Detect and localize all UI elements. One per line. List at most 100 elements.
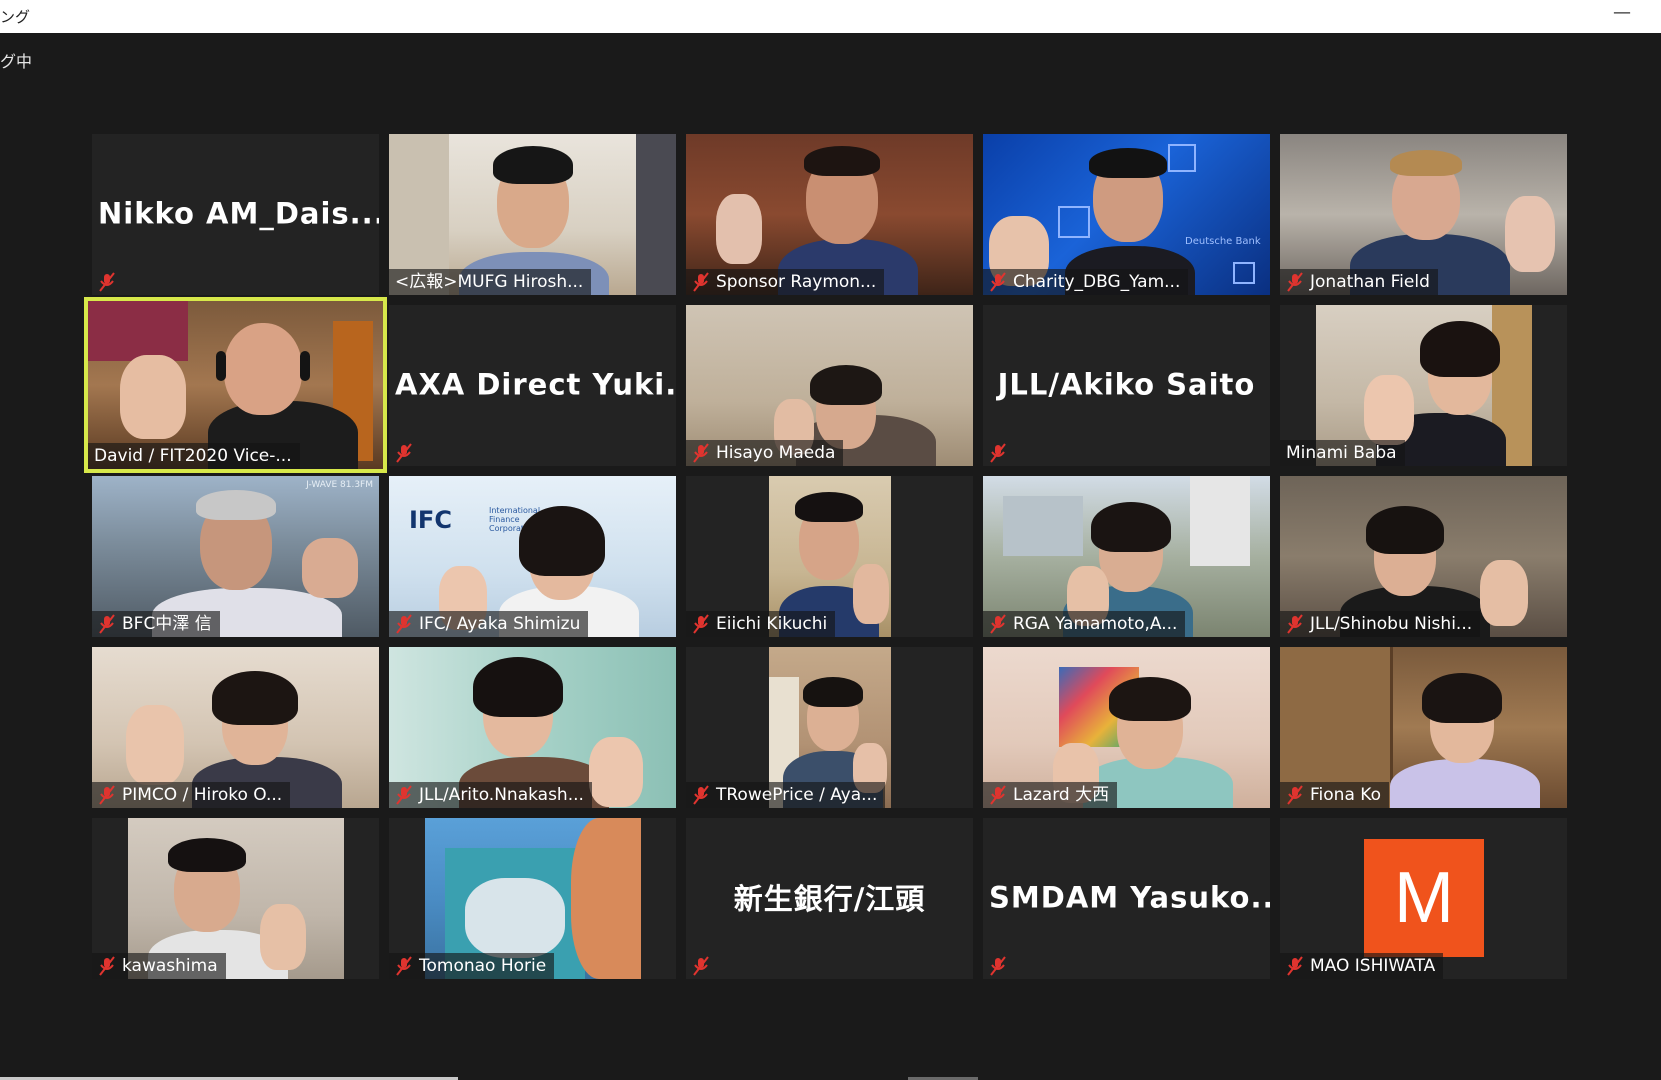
muted-mic-icon bbox=[99, 614, 115, 634]
participant-tile[interactable]: SMDAM Yasuko... bbox=[983, 818, 1270, 979]
participant-name: <広報>MUFG Hirosh... bbox=[395, 272, 584, 292]
muted-mic-icon bbox=[990, 614, 1006, 634]
participant-name: Tomonao Horie bbox=[419, 956, 547, 976]
participant-tile[interactable]: Jonathan Field bbox=[1280, 134, 1567, 295]
participant-label bbox=[92, 269, 130, 295]
participant-label: Hisayo Maeda bbox=[686, 440, 844, 466]
participant-name: JLL/Arito.Nnakash... bbox=[419, 785, 584, 805]
participant-label: <広報>MUFG Hirosh... bbox=[389, 269, 592, 295]
participant-name: David / FIT2020 Vice-... bbox=[94, 446, 292, 466]
participant-name: Eiichi Kikuchi bbox=[716, 614, 828, 634]
participant-name-display: SMDAM Yasuko... bbox=[989, 879, 1270, 914]
participant-name: JLL/Shinobu Nishi... bbox=[1310, 614, 1473, 634]
participant-tile[interactable]: IFC International Finance Corporation IF… bbox=[389, 476, 676, 637]
participant-tile[interactable]: TRowePrice / Aya... bbox=[686, 647, 973, 808]
participant-name-display: 新生銀行/江頭 bbox=[733, 881, 926, 916]
participant-tile[interactable]: JLL/Arito.Nnakash... bbox=[389, 647, 676, 808]
participant-name: Minami Baba bbox=[1286, 443, 1397, 463]
muted-mic-icon bbox=[1287, 785, 1303, 805]
participant-label: Fiona Ko bbox=[1280, 782, 1389, 808]
participant-tile[interactable]: Fiona Ko bbox=[1280, 647, 1567, 808]
participant-label: kawashima bbox=[92, 953, 226, 979]
participant-tile[interactable]: Hisayo Maeda bbox=[686, 305, 973, 466]
participant-name: Jonathan Field bbox=[1310, 272, 1430, 292]
participant-name-display: JLL/Akiko Saito bbox=[997, 366, 1256, 401]
muted-mic-icon bbox=[990, 956, 1006, 976]
muted-mic-icon bbox=[99, 785, 115, 805]
participant-label: JLL/Arito.Nnakash... bbox=[389, 782, 592, 808]
participant-name: Lazard 大西 bbox=[1013, 785, 1110, 805]
participant-name-display: Nikko AM_Dais... bbox=[98, 195, 379, 230]
participant-label: Eiichi Kikuchi bbox=[686, 611, 836, 637]
participant-label bbox=[389, 440, 427, 466]
muted-mic-icon bbox=[396, 785, 412, 805]
participant-tile[interactable]: M MAO ISHIWATA bbox=[1280, 818, 1567, 979]
muted-mic-icon bbox=[396, 614, 412, 634]
muted-mic-icon bbox=[990, 785, 1006, 805]
participant-tile[interactable]: Nikko AM_Dais... bbox=[92, 134, 379, 295]
muted-mic-icon bbox=[1287, 272, 1303, 292]
participant-label: Lazard 大西 bbox=[983, 782, 1118, 808]
participant-label: Minami Baba bbox=[1280, 440, 1405, 466]
participant-tile[interactable]: <広報>MUFG Hirosh... bbox=[389, 134, 676, 295]
radio-watermark: J-WAVE 81.3FM bbox=[306, 480, 373, 490]
muted-mic-icon bbox=[1287, 614, 1303, 634]
participant-tile[interactable]: Lazard 大西 bbox=[983, 647, 1270, 808]
muted-mic-icon bbox=[396, 443, 412, 463]
muted-mic-icon bbox=[396, 956, 412, 976]
participant-label: Jonathan Field bbox=[1280, 269, 1438, 295]
participant-name: Hisayo Maeda bbox=[716, 443, 836, 463]
participant-label: David / FIT2020 Vice-... bbox=[88, 443, 300, 469]
participant-tile[interactable]: Tomonao Horie bbox=[389, 818, 676, 979]
muted-mic-icon bbox=[1287, 956, 1303, 976]
participant-name: TRowePrice / Aya... bbox=[716, 785, 878, 805]
participant-name: PIMCO / Hiroko O... bbox=[122, 785, 283, 805]
participant-label: IFC/ Ayaka Shimizu bbox=[389, 611, 589, 637]
participant-tile[interactable]: Eiichi Kikuchi bbox=[686, 476, 973, 637]
participant-label: RGA Yamamoto,A... bbox=[983, 611, 1186, 637]
participant-tile-active-speaker[interactable]: David / FIT2020 Vice-... bbox=[84, 297, 387, 473]
muted-mic-icon bbox=[990, 272, 1006, 292]
participant-label bbox=[686, 953, 724, 979]
participant-label: MAO ISHIWATA bbox=[1280, 953, 1444, 979]
participant-name: Charity_DBG_Yam... bbox=[1013, 272, 1181, 292]
participant-name: kawashima bbox=[122, 956, 218, 976]
participant-tile[interactable]: 新生銀行/江頭 bbox=[686, 818, 973, 979]
participant-label: TRowePrice / Aya... bbox=[686, 782, 886, 808]
participant-tile[interactable]: Deutsche Bank Charity_DBG_Yam... bbox=[983, 134, 1270, 295]
participant-name: RGA Yamamoto,A... bbox=[1013, 614, 1178, 634]
muted-mic-icon bbox=[99, 272, 115, 292]
participant-name: Fiona Ko bbox=[1310, 785, 1381, 805]
muted-mic-icon bbox=[990, 443, 1006, 463]
muted-mic-icon bbox=[693, 443, 709, 463]
participant-label: Tomonao Horie bbox=[389, 953, 555, 979]
participant-label: Charity_DBG_Yam... bbox=[983, 269, 1189, 295]
participant-label: Sponsor Raymon... bbox=[686, 269, 885, 295]
participant-tile[interactable]: Minami Baba bbox=[1280, 305, 1567, 466]
participant-tile[interactable]: J-WAVE 81.3FM BFC中澤 信 bbox=[92, 476, 379, 637]
participant-name-display: AXA Direct Yuki... bbox=[395, 366, 676, 401]
participant-name: BFC中澤 信 bbox=[122, 614, 212, 634]
participant-label bbox=[983, 440, 1021, 466]
muted-mic-icon bbox=[693, 785, 709, 805]
participant-tile[interactable]: Sponsor Raymon... bbox=[686, 134, 973, 295]
participant-tile[interactable]: PIMCO / Hiroko O... bbox=[92, 647, 379, 808]
muted-mic-icon bbox=[693, 956, 709, 976]
participant-avatar: M bbox=[1364, 839, 1484, 957]
participant-tile[interactable]: AXA Direct Yuki... bbox=[389, 305, 676, 466]
participant-tile[interactable]: kawashima bbox=[92, 818, 379, 979]
ifc-logo: IFC bbox=[409, 506, 452, 534]
gallery-view: Nikko AM_Dais... <広報>MUFG Hirosh... Spon… bbox=[0, 0, 1661, 1080]
muted-mic-icon bbox=[693, 614, 709, 634]
muted-mic-icon bbox=[693, 272, 709, 292]
participant-tile[interactable]: JLL/Akiko Saito bbox=[983, 305, 1270, 466]
participant-name: MAO ISHIWATA bbox=[1310, 956, 1436, 976]
participant-label: PIMCO / Hiroko O... bbox=[92, 782, 291, 808]
participant-tile[interactable]: JLL/Shinobu Nishi... bbox=[1280, 476, 1567, 637]
participant-label: BFC中澤 信 bbox=[92, 611, 220, 637]
participant-name: Sponsor Raymon... bbox=[716, 272, 877, 292]
participant-name: IFC/ Ayaka Shimizu bbox=[419, 614, 581, 634]
participant-tile[interactable]: RGA Yamamoto,A... bbox=[983, 476, 1270, 637]
participant-label: JLL/Shinobu Nishi... bbox=[1280, 611, 1481, 637]
bank-watermark: Deutsche Bank bbox=[1185, 236, 1261, 247]
